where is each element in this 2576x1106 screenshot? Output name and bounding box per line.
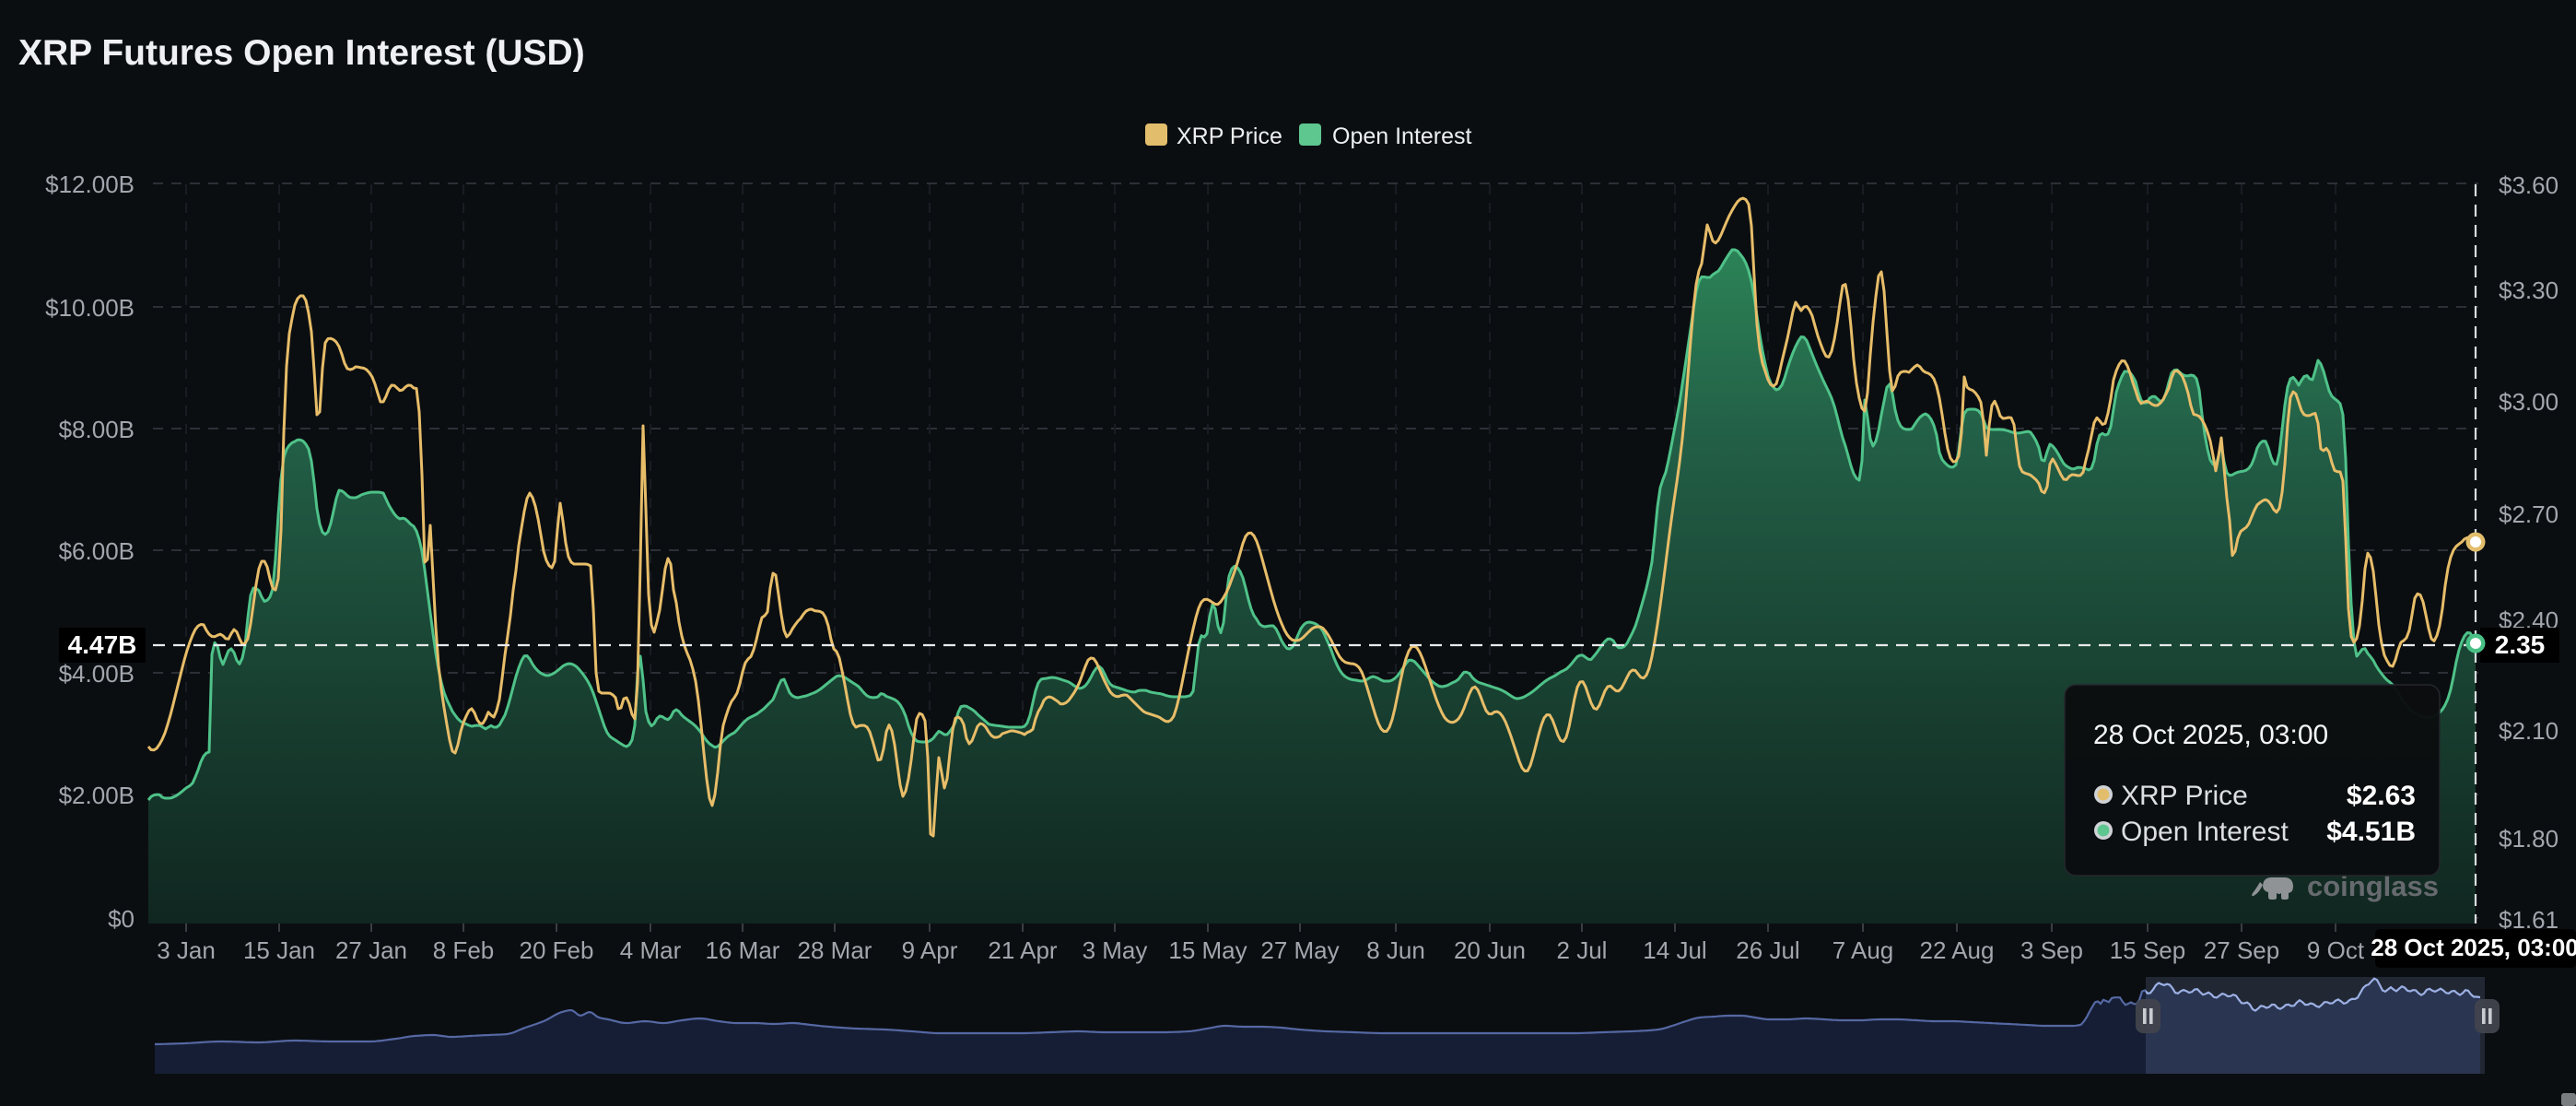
- svg-text:$12.00B: $12.00B: [45, 171, 135, 198]
- svg-text:7 Aug: 7 Aug: [1832, 936, 1894, 964]
- svg-text:$8.00B: $8.00B: [59, 416, 135, 443]
- svg-text:3 Sep: 3 Sep: [2020, 936, 2083, 964]
- svg-text:27 Jan: 27 Jan: [335, 936, 407, 964]
- svg-text:$0: $0: [108, 905, 135, 933]
- svg-text:27 May: 27 May: [1260, 936, 1339, 964]
- svg-text:$3.30: $3.30: [2499, 276, 2558, 304]
- svg-text:28 Oct 2025, 03:00: 28 Oct 2025, 03:00: [2371, 934, 2576, 961]
- svg-text:15 May: 15 May: [1168, 936, 1247, 964]
- svg-text:$2.63: $2.63: [2347, 781, 2416, 811]
- svg-text:3 May: 3 May: [1083, 936, 1148, 964]
- svg-text:$2.10: $2.10: [2499, 717, 2558, 745]
- svg-text:Open Interest: Open Interest: [1332, 124, 1472, 149]
- svg-text:$10.00B: $10.00B: [45, 294, 135, 322]
- svg-text:$4.00B: $4.00B: [59, 660, 135, 688]
- svg-text:28 Mar: 28 Mar: [798, 936, 872, 964]
- svg-text:15 Jan: 15 Jan: [243, 936, 315, 964]
- svg-text:8 Jun: 8 Jun: [1366, 936, 1425, 964]
- svg-text:$6.00B: $6.00B: [59, 537, 135, 565]
- svg-text:14 Jul: 14 Jul: [1643, 936, 1706, 964]
- svg-text:$2.00B: $2.00B: [59, 782, 135, 809]
- svg-text:2.35: 2.35: [2495, 630, 2546, 659]
- svg-text:XRP Price: XRP Price: [1177, 124, 1282, 149]
- svg-text:21 Apr: 21 Apr: [988, 936, 1058, 964]
- svg-text:4.47B: 4.47B: [68, 630, 137, 659]
- svg-text:8 Feb: 8 Feb: [433, 936, 495, 964]
- svg-text:26 Jul: 26 Jul: [1736, 936, 1799, 964]
- svg-text:Open Interest: Open Interest: [2121, 817, 2289, 847]
- svg-text:28 Oct 2025, 03:00: 28 Oct 2025, 03:00: [2093, 720, 2328, 750]
- svg-text:27 Sep: 27 Sep: [2204, 936, 2279, 964]
- svg-text:XRP Futures Open Interest (USD: XRP Futures Open Interest (USD): [18, 33, 585, 73]
- svg-text:22 Aug: 22 Aug: [1920, 936, 1995, 964]
- svg-text:$3.00: $3.00: [2499, 388, 2558, 416]
- svg-text:20 Feb: 20 Feb: [520, 936, 594, 964]
- svg-text:9 Oct: 9 Oct: [2307, 936, 2365, 964]
- svg-text:20 Jun: 20 Jun: [1454, 936, 1526, 964]
- svg-text:$4.51B: $4.51B: [2326, 817, 2416, 847]
- svg-text:4 Mar: 4 Mar: [620, 936, 682, 964]
- svg-text:16 Mar: 16 Mar: [706, 936, 780, 964]
- svg-text:3 Jan: 3 Jan: [157, 936, 216, 964]
- svg-text:$1.80: $1.80: [2499, 825, 2558, 853]
- svg-text:2 Jul: 2 Jul: [1557, 936, 1608, 964]
- svg-text:$2.70: $2.70: [2499, 500, 2558, 528]
- svg-text:9 Apr: 9 Apr: [902, 936, 958, 964]
- svg-text:15 Sep: 15 Sep: [2110, 936, 2185, 964]
- svg-text:XRP Price: XRP Price: [2121, 781, 2248, 811]
- svg-text:$3.60: $3.60: [2499, 171, 2558, 199]
